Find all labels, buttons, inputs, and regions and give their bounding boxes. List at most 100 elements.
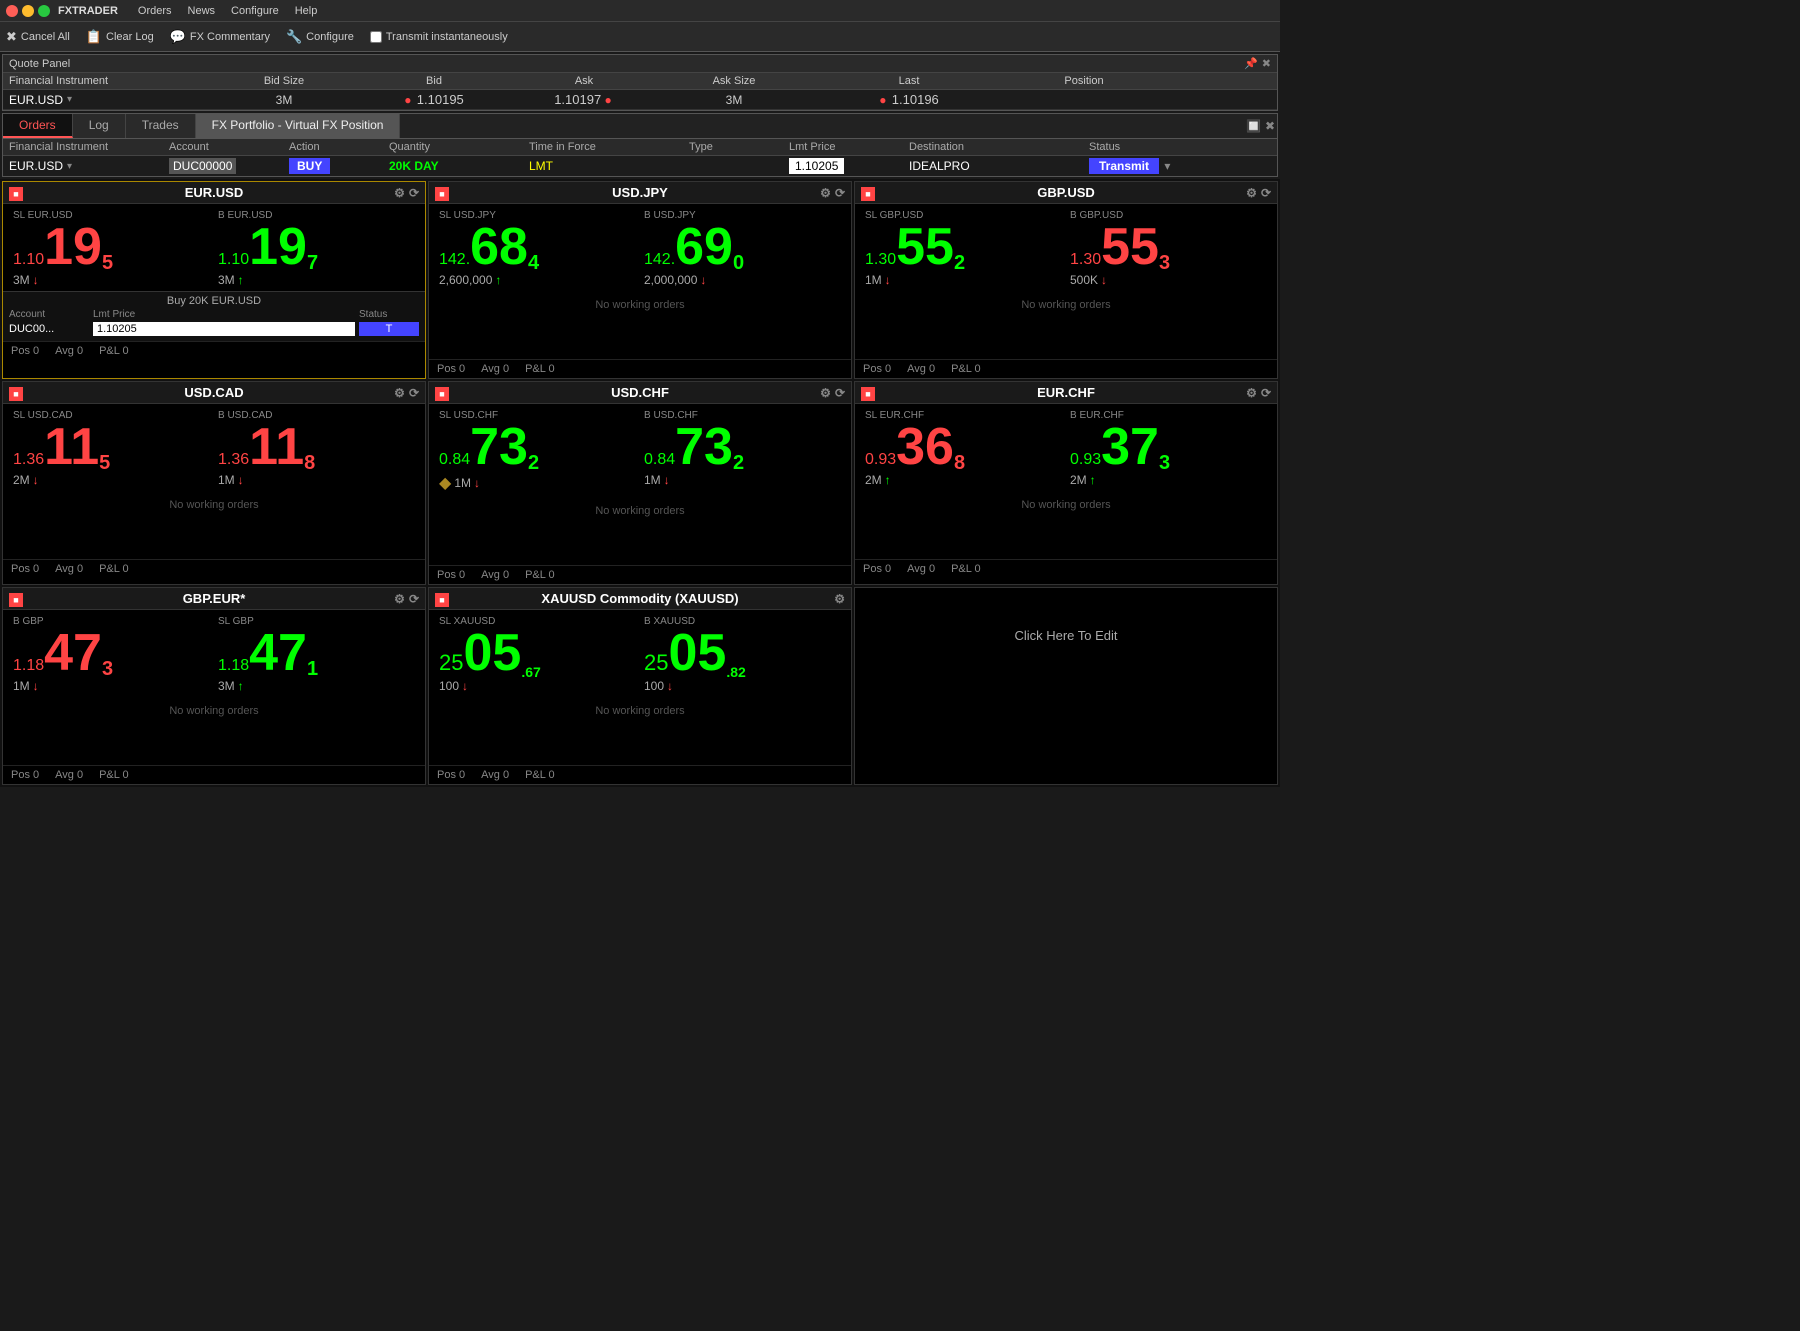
tile-xauusd-buy-prefix: 25 bbox=[644, 652, 668, 674]
order-tif-value: LMT bbox=[529, 159, 553, 173]
tile-eur-chf-settings-icon[interactable]: ⚙ bbox=[1246, 386, 1257, 400]
tile-gbp-usd-refresh-icon[interactable]: ⟳ bbox=[1261, 186, 1271, 200]
tile-empty[interactable]: Click Here To Edit bbox=[854, 587, 1278, 785]
tile-usd-chf-sell-side[interactable]: SL USD.CHF 0.84 73 2 ◆ 1M ↓ bbox=[435, 408, 640, 495]
tile-eur-usd-buy-side[interactable]: B EUR.USD 1.10 19 7 3M ↑ bbox=[214, 208, 419, 289]
tile-gbp-eur-sell-main: 1.18 47 3 bbox=[13, 627, 210, 679]
menu-bar: Orders News Configure Help bbox=[138, 5, 317, 17]
tab-log[interactable]: Log bbox=[73, 114, 126, 138]
tile-eur-usd-order-price[interactable]: 1.10205 bbox=[93, 322, 355, 336]
tile-xauusd-tools: ⚙ bbox=[834, 592, 845, 606]
tile-usd-cad-sell-main: 1.36 11 5 bbox=[13, 421, 210, 473]
tile-usd-cad-buy-side[interactable]: B USD.CAD 1.36 11 8 1M ↓ bbox=[214, 408, 419, 489]
tile-gbp-eur-buy-side[interactable]: SL GBP 1.18 47 1 3M ↑ bbox=[214, 614, 419, 695]
tile-xauusd-buy-side[interactable]: B XAUUSD 25 05 .82 100 ↓ bbox=[640, 614, 845, 695]
tile-gbp-usd-icon: ■ bbox=[861, 185, 875, 201]
oh-tif: Time in Force bbox=[529, 141, 689, 153]
tab-trades[interactable]: Trades bbox=[126, 114, 196, 138]
tile-eur-usd-prices: SL EUR.USD 1.10 19 5 3M ↓ B EUR.USD 1.10… bbox=[3, 204, 425, 291]
minimize-button[interactable] bbox=[22, 5, 34, 17]
tile-gbp-eur-refresh-icon[interactable]: ⟳ bbox=[409, 592, 419, 606]
tile-eur-chf-sell-side[interactable]: SL EUR.CHF 0.93 36 8 2M ↑ bbox=[861, 408, 1066, 489]
tile-gbp-usd-sell-large: 55 bbox=[896, 221, 954, 273]
tile-usd-jpy-sell-side[interactable]: SL USD.JPY 142. 68 4 2,600,000 ↑ bbox=[435, 208, 640, 289]
tile-gbp-eur-pnl-label: P&L 0 bbox=[99, 769, 129, 781]
tile-eur-usd-order-status[interactable]: T bbox=[359, 322, 419, 336]
quote-bid: ● 1.10195 bbox=[359, 92, 509, 107]
tile-usd-jpy-settings-icon[interactable]: ⚙ bbox=[820, 186, 831, 200]
fx-commentary-button[interactable]: 💬 FX Commentary bbox=[170, 29, 270, 45]
tile-usd-chf-sell-arrow: ↓ bbox=[474, 476, 480, 490]
configure-button[interactable]: 🔧 Configure bbox=[286, 29, 354, 45]
tile-usd-chf-settings-icon[interactable]: ⚙ bbox=[820, 386, 831, 400]
order-status-dropdown[interactable]: ▾ bbox=[1164, 159, 1170, 173]
quote-last: ● 1.10196 bbox=[809, 92, 1009, 107]
order-quantity: 20K DAY bbox=[389, 159, 529, 173]
tile-usd-chf-buy-side[interactable]: B USD.CHF 0.84 73 2 1M ↓ bbox=[640, 408, 845, 495]
tile-usd-chf-spacer bbox=[429, 525, 851, 565]
tab-portfolio[interactable]: FX Portfolio - Virtual FX Position bbox=[196, 114, 401, 138]
tile-eur-usd-sell-label: SL EUR.USD bbox=[13, 210, 210, 221]
tile-eur-usd-sell-side[interactable]: SL EUR.USD 1.10 19 5 3M ↓ bbox=[9, 208, 214, 289]
tile-usd-jpy-buy-prefix: 142. bbox=[644, 252, 675, 268]
tile-gbp-eur-sell-large: 47 bbox=[44, 627, 102, 679]
tile-xauusd-pos: Pos 0 Avg 0 P&L 0 bbox=[429, 765, 851, 784]
tab-orders[interactable]: Orders bbox=[3, 114, 73, 138]
tile-eur-usd-settings-icon[interactable]: ⚙ bbox=[394, 186, 405, 200]
tile-gbp-eur-settings-icon[interactable]: ⚙ bbox=[394, 592, 405, 606]
menu-orders[interactable]: Orders bbox=[138, 5, 172, 17]
col-bid: Bid bbox=[359, 75, 509, 87]
tile-eur-chf-prices: SL EUR.CHF 0.93 36 8 2M ↑ B EUR.CHF 0.93… bbox=[855, 404, 1277, 491]
tile-eur-usd-avg-label: Avg 0 bbox=[55, 345, 83, 357]
menu-news[interactable]: News bbox=[188, 5, 216, 17]
maximize-button[interactable] bbox=[38, 5, 50, 17]
fx-commentary-label: FX Commentary bbox=[190, 31, 270, 43]
tile-gbp-eur-prices: B GBP 1.18 47 3 1M ↓ SL GBP 1.18 47 1 bbox=[3, 610, 425, 697]
tile-edit-text[interactable]: Click Here To Edit bbox=[855, 588, 1277, 683]
tile-xauusd-settings-icon[interactable]: ⚙ bbox=[834, 592, 845, 606]
order-transmit-button[interactable]: Transmit bbox=[1089, 158, 1159, 174]
order-price-value[interactable]: 1.10205 bbox=[789, 158, 844, 174]
quote-panel-close-icon[interactable]: ✖ bbox=[1262, 57, 1271, 70]
orders-section-icon2[interactable]: ✖ bbox=[1265, 119, 1275, 133]
tile-gbp-usd-sell-side[interactable]: SL GBP.USD 1.30 55 2 1M ↓ bbox=[861, 208, 1066, 289]
transmit-checkbox[interactable] bbox=[370, 31, 382, 43]
cancel-all-button[interactable]: ✖ Cancel All bbox=[6, 29, 70, 45]
tile-gbp-usd-settings-icon[interactable]: ⚙ bbox=[1246, 186, 1257, 200]
tile-usd-jpy-sell-large: 68 bbox=[470, 221, 528, 273]
tile-usd-cad-settings-icon[interactable]: ⚙ bbox=[394, 386, 405, 400]
tile-gbp-eur-pos: Pos 0 Avg 0 P&L 0 bbox=[3, 765, 425, 784]
tile-gbp-eur-sell-small: 3 bbox=[102, 659, 113, 679]
tile-usd-cad-sell-side[interactable]: SL USD.CAD 1.36 11 5 2M ↓ bbox=[9, 408, 214, 489]
menu-configure[interactable]: Configure bbox=[231, 5, 279, 17]
tile-usd-chf-refresh-icon[interactable]: ⟳ bbox=[835, 386, 845, 400]
tile-eur-chf-buy-side[interactable]: B EUR.CHF 0.93 37 3 2M ↑ bbox=[1066, 408, 1271, 489]
tile-eur-chf-spacer bbox=[855, 519, 1277, 559]
tile-xauusd-buy-main: 25 05 .82 bbox=[644, 627, 841, 679]
tile-usd-cad-sell-arrow: ↓ bbox=[33, 473, 39, 487]
tile-eur-usd-order-area: Buy 20K EUR.USD Account Lmt Price Status… bbox=[3, 291, 425, 341]
tile-usd-cad-refresh-icon[interactable]: ⟳ bbox=[409, 386, 419, 400]
close-button[interactable] bbox=[6, 5, 18, 17]
tile-usd-chf: ■ USD.CHF ⚙ ⟳ SL USD.CHF 0.84 73 2 ◆ 1M … bbox=[428, 381, 852, 585]
quote-panel-pin-icon[interactable]: 📌 bbox=[1244, 57, 1258, 70]
tile-usd-jpy-buy-side[interactable]: B USD.JPY 142. 69 0 2,000,000 ↓ bbox=[640, 208, 845, 289]
clear-log-button[interactable]: 📋 Clear Log bbox=[86, 29, 154, 45]
tile-gbp-usd-buy-side[interactable]: B GBP.USD 1.30 55 3 500K ↓ bbox=[1066, 208, 1271, 289]
tile-eur-usd-refresh-icon[interactable]: ⟳ bbox=[409, 186, 419, 200]
tile-gbp-eur-sell-side[interactable]: B GBP 1.18 47 3 1M ↓ bbox=[9, 614, 214, 695]
tile-gbp-eur-spacer bbox=[3, 725, 425, 765]
tile-usd-jpy-refresh-icon[interactable]: ⟳ bbox=[835, 186, 845, 200]
oh-destination: Destination bbox=[909, 141, 1089, 153]
tile-usd-chf-buy-prefix: 0.84 bbox=[644, 452, 675, 468]
tile-eur-usd-buy-label: B EUR.USD bbox=[218, 210, 415, 221]
tile-xauusd: ■ XAUUSD Commodity (XAUUSD) ⚙ SL XAUUSD … bbox=[428, 587, 852, 785]
orders-section-icon1[interactable]: 🔲 bbox=[1246, 119, 1261, 133]
tile-xauusd-header: ■ XAUUSD Commodity (XAUUSD) ⚙ bbox=[429, 588, 851, 610]
tile-eur-chf-buy-large: 37 bbox=[1101, 421, 1159, 473]
menu-help[interactable]: Help bbox=[295, 5, 318, 17]
tile-xauusd-sell-side[interactable]: SL XAUUSD 25 05 .67 100 ↓ bbox=[435, 614, 640, 695]
tile-usd-jpy-sell-main: 142. 68 4 bbox=[439, 221, 636, 273]
tile-usd-chf-icon-box: ◆ bbox=[439, 473, 451, 493]
tile-eur-chf-refresh-icon[interactable]: ⟳ bbox=[1261, 386, 1271, 400]
